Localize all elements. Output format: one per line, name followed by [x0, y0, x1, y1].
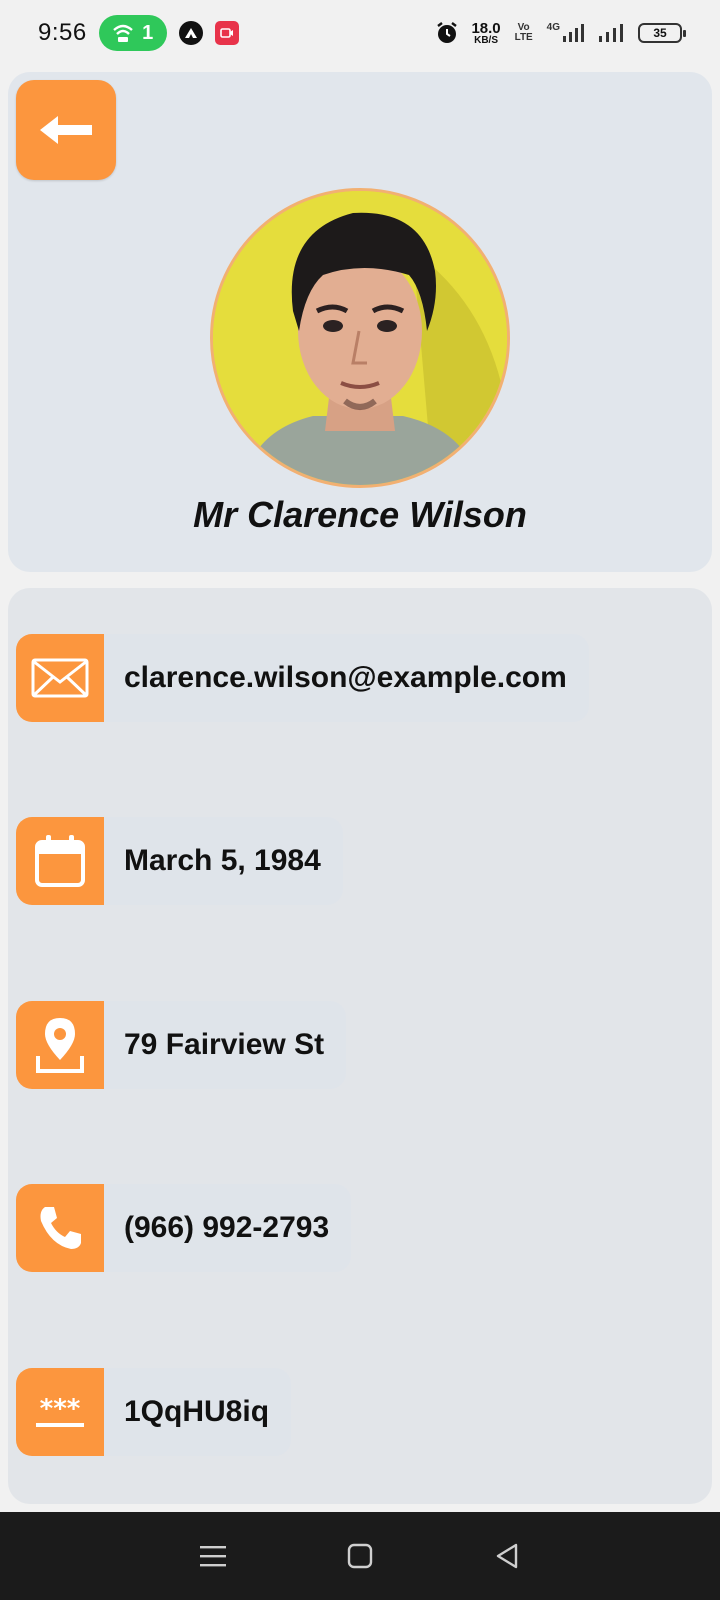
battery-indicator: 35: [638, 23, 686, 43]
map-pin-icon: [16, 1001, 104, 1089]
hotspot-indicator[interactable]: 1: [98, 15, 167, 51]
status-bar: 9:56 1 18.0 KB/S Vo LTE 4G 35: [0, 0, 720, 66]
battery-level: 35: [653, 26, 667, 40]
signal-strength-sim1: 4G: [547, 23, 586, 43]
email-value: clarence.wilson@example.com: [104, 634, 589, 722]
arrow-left-icon: [40, 116, 92, 144]
profile-name: Mr Clarence Wilson: [193, 494, 527, 535]
svg-text:***: ***: [40, 1395, 81, 1424]
screen-record-icon: [214, 21, 239, 45]
back-button[interactable]: [16, 80, 116, 180]
avatar-photo: [213, 191, 507, 485]
system-back-button[interactable]: [487, 1536, 527, 1576]
hotspot-count: 1: [142, 21, 154, 44]
calendar-icon: [16, 817, 104, 905]
password-row[interactable]: *** 1QqHU8iq: [16, 1368, 292, 1456]
phone-row[interactable]: (966) 992-2793: [16, 1184, 352, 1272]
home-icon: [347, 1543, 373, 1569]
volte-indicator: Vo LTE: [514, 22, 533, 43]
address-value: 79 Fairview St: [104, 1001, 347, 1089]
email-row[interactable]: clarence.wilson@example.com: [16, 634, 589, 722]
clock-time: 9:56: [38, 19, 87, 46]
system-navigation-bar: [0, 1512, 720, 1600]
signal-bars-sim2-icon: [599, 24, 623, 42]
hotspot-icon: [113, 24, 133, 42]
home-button[interactable]: [340, 1536, 380, 1576]
password-value: 1QqHU8iq: [104, 1368, 292, 1456]
signal-bars-icon: [563, 24, 584, 42]
avatar: [210, 188, 510, 488]
phone-icon: [16, 1184, 104, 1272]
password-icon: ***: [16, 1368, 104, 1456]
back-triangle-icon: [496, 1543, 517, 1569]
recent-apps-button[interactable]: [193, 1536, 233, 1576]
birthday-row[interactable]: March 5, 1984: [16, 817, 343, 905]
address-row[interactable]: 79 Fairview St: [16, 1001, 347, 1089]
app-notification-icon: [178, 21, 203, 45]
network-speed: 18.0 KB/S: [471, 19, 501, 46]
birthday-value: March 5, 1984: [104, 817, 343, 905]
profile-card: Mr Clarence Wilson: [8, 72, 712, 572]
details-card: clarence.wilson@example.com March 5, 198…: [8, 588, 712, 1504]
alarm-icon: [437, 22, 458, 43]
phone-value: (966) 992-2793: [104, 1184, 352, 1272]
menu-icon: [200, 1546, 227, 1567]
envelope-icon: [16, 634, 104, 722]
